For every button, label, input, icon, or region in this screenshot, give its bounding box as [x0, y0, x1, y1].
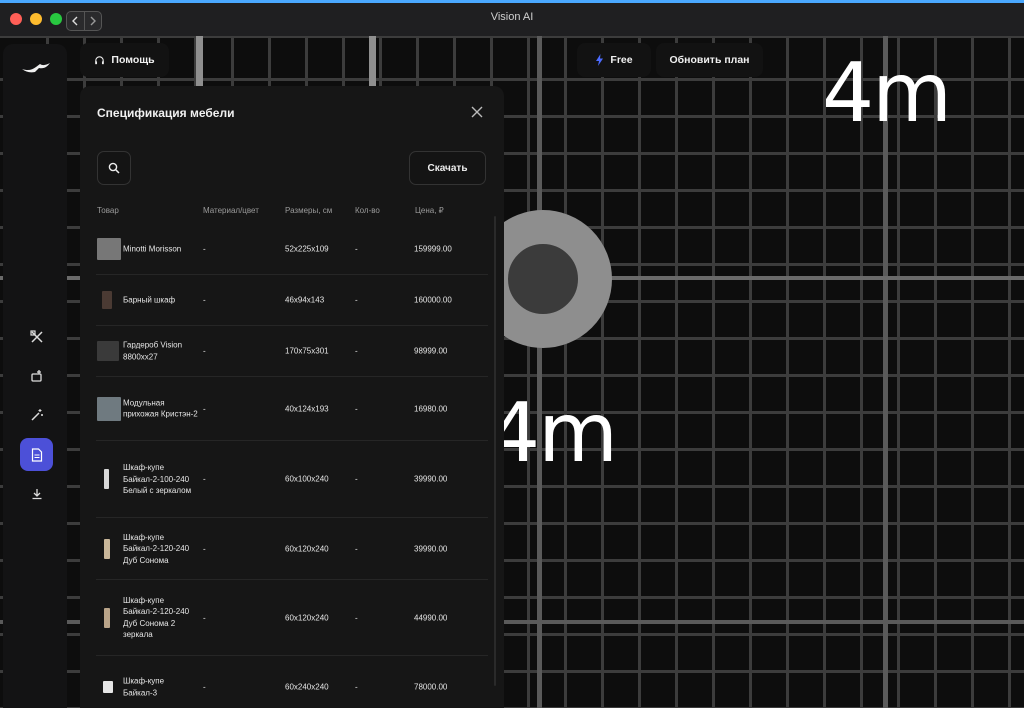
cell-qty: -: [355, 295, 358, 305]
product-thumbnail: [97, 396, 121, 421]
sidebar-item-specification[interactable]: [20, 438, 53, 471]
column-header-size[interactable]: Размеры, см: [285, 206, 332, 215]
cell-material: -: [203, 403, 206, 413]
cell-material: -: [203, 346, 206, 356]
cell-qty: -: [355, 403, 358, 413]
table-row[interactable]: Minotti Morisson - 52x225x109 - 159999.0…: [96, 224, 488, 275]
table-row[interactable]: Шкаф-купе Байкал-3 - 60x240x240 - 78000.…: [96, 656, 488, 708]
sidebar-item-furniture[interactable]: [20, 359, 53, 392]
cell-item: Шкаф-купе Байкал-2-120-240 Дуб Сонома: [123, 532, 190, 565]
download-icon: [32, 488, 41, 499]
cell-qty: -: [355, 682, 358, 692]
app-logo: [22, 63, 50, 73]
cell-item: Барный шкаф: [123, 295, 176, 305]
lightning-icon: [596, 54, 604, 66]
tools-icon: [29, 329, 43, 343]
cell-qty: -: [355, 543, 358, 553]
cell-price: 16980.00: [414, 403, 448, 413]
table-row[interactable]: Шкаф-купе Байкал-2-120-240 Дуб Сонома 2 …: [96, 580, 488, 656]
cell-item: Шкаф-купе Байкал-3: [123, 676, 165, 698]
product-thumbnail: [97, 238, 121, 260]
product-thumbnail: [104, 538, 110, 559]
cell-price: 44990.00: [414, 612, 448, 622]
cell-price: 39990.00: [414, 474, 448, 484]
sidebar-item-magic[interactable]: [20, 398, 53, 431]
cell-size: 60x120x240: [285, 543, 329, 553]
cell-size: 40x124x193: [285, 403, 329, 413]
cell-material: -: [203, 543, 206, 553]
product-thumbnail: [102, 291, 112, 309]
cell-item: Шкаф-купе Байкал-2-100-240 Белый с зерка…: [123, 462, 192, 495]
column-header-qty[interactable]: Кол-во: [355, 206, 380, 215]
cell-material: -: [203, 244, 206, 254]
cell-size: 46x94x143: [285, 295, 325, 305]
cell-material: -: [203, 612, 206, 622]
product-thumbnail: [97, 341, 119, 361]
cell-size: 60x240x240: [285, 682, 329, 692]
cell-price: 78000.00: [414, 682, 448, 692]
table-row[interactable]: Гардероб Vision 8800xx27 - 170x75x301 - …: [96, 326, 488, 377]
help-label: Помощь: [111, 54, 155, 66]
product-thumbnail: [103, 681, 113, 693]
cell-material: -: [203, 682, 206, 692]
cell-size: 60x100x240: [285, 474, 329, 484]
cell-qty: -: [355, 474, 358, 484]
magic-wand-icon: [30, 408, 43, 421]
document-icon: [31, 447, 42, 462]
product-thumbnail: [104, 607, 110, 628]
column-header-material[interactable]: Материал/цвет: [203, 206, 259, 215]
cell-qty: -: [355, 346, 358, 356]
table-row[interactable]: Модульная прихожая Кристэн-2 - 40x124x19…: [96, 377, 488, 441]
cell-price: 159999.00: [414, 244, 452, 254]
sidebar-item-tools[interactable]: [20, 320, 53, 353]
cell-material: -: [203, 474, 206, 484]
table-row[interactable]: Шкаф-купе Байкал-2-120-240 Дуб Сонома - …: [96, 518, 488, 580]
cell-size: 60x120x240: [285, 612, 329, 622]
cell-material: -: [203, 295, 206, 305]
column-header-item[interactable]: Товар: [97, 206, 119, 215]
cell-size: 52x225x109: [285, 244, 329, 254]
help-button[interactable]: Помощь: [80, 43, 169, 77]
search-icon: [108, 162, 120, 174]
panel-scrollbar[interactable]: [494, 216, 496, 686]
cell-item: Модульная прихожая Кристэн-2: [123, 398, 198, 419]
upgrade-plan-button[interactable]: Обновить план: [656, 43, 763, 77]
window-title: Vision AI: [490, 11, 534, 23]
window-title-bar: Vision AI: [0, 0, 1024, 36]
sidebar-item-download[interactable]: [20, 477, 53, 510]
column-header-price[interactable]: Цена, ₽: [415, 206, 444, 215]
spec-table-body: Minotti Morisson - 52x225x109 - 159999.0…: [80, 224, 490, 708]
product-thumbnail: [104, 469, 109, 489]
cell-size: 170x75x301: [285, 346, 329, 356]
cell-item: Шкаф-купе Байкал-2-120-240 Дуб Сонома 2 …: [123, 595, 190, 640]
headset-icon: [95, 55, 105, 64]
cell-qty: -: [355, 612, 358, 622]
panel-title: Спецификация мебели: [97, 106, 235, 120]
cell-price: 160000.00: [414, 295, 452, 305]
grid-major-line: [537, 36, 542, 708]
table-header: Товар Материал/цвет Размеры, см Кол-во Ц…: [80, 206, 490, 224]
cell-item: Minotti Morisson: [123, 244, 182, 254]
table-row[interactable]: Барный шкаф - 46x94x143 - 160000.00: [96, 275, 488, 326]
close-icon[interactable]: [470, 105, 484, 119]
dimension-label: 4m: [488, 386, 618, 481]
dimension-label: 4m: [822, 46, 952, 141]
cell-price: 39990.00: [414, 543, 448, 553]
plan-badge[interactable]: Free: [577, 43, 651, 77]
cell-price: 98999.00: [414, 346, 448, 356]
left-sidebar: [3, 44, 67, 708]
furniture-spec-panel: Спецификация мебели Скачать Товар Матери…: [80, 86, 504, 708]
cell-item: Гардероб Vision 8800xx27: [123, 340, 183, 362]
download-button[interactable]: Скачать: [409, 151, 486, 185]
upgrade-label: Обновить план: [669, 54, 750, 66]
plan-label: Free: [610, 54, 633, 66]
furniture-add-icon: [30, 369, 42, 382]
search-button[interactable]: [97, 151, 131, 185]
table-row[interactable]: Шкаф-купе Байкал-2-100-240 Белый с зерка…: [96, 441, 488, 518]
cell-qty: -: [355, 244, 358, 254]
